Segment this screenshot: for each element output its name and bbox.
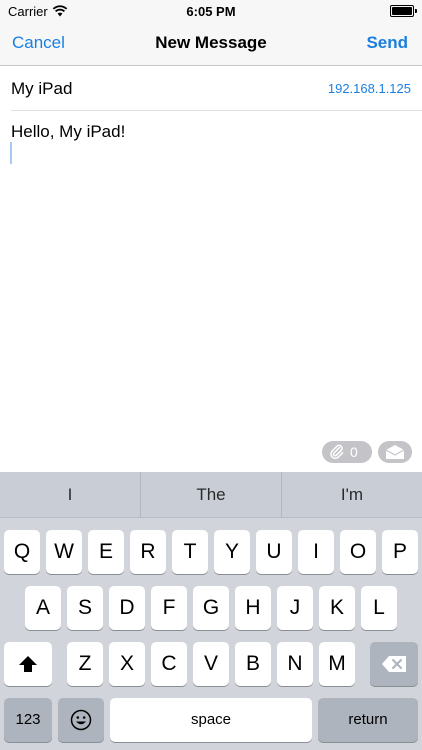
emoji-icon xyxy=(70,709,92,731)
send-button[interactable]: Send xyxy=(366,33,408,53)
key-l[interactable]: L xyxy=(361,586,397,630)
paperclip-icon xyxy=(330,444,344,460)
key-i[interactable]: I xyxy=(298,530,334,574)
key-w[interactable]: W xyxy=(46,530,82,574)
recipient-row[interactable]: My iPad 192.168.1.125 xyxy=(0,67,422,111)
key-a[interactable]: A xyxy=(25,586,61,630)
key-q[interactable]: Q xyxy=(4,530,40,574)
key-t[interactable]: T xyxy=(172,530,208,574)
nav-bar: Cancel New Message Send xyxy=(0,22,422,66)
keyboard: I The I'm Q W E R T Y U I O P A S D F G … xyxy=(0,472,422,750)
inbox-tray-button[interactable] xyxy=(378,441,412,463)
key-o[interactable]: O xyxy=(340,530,376,574)
page-title: New Message xyxy=(155,33,267,52)
battery-icon xyxy=(390,5,417,17)
backspace-key[interactable] xyxy=(370,642,418,686)
key-x[interactable]: X xyxy=(109,642,145,686)
shift-arrow-icon xyxy=(19,656,37,672)
key-j[interactable]: J xyxy=(277,586,313,630)
key-f[interactable]: F xyxy=(151,586,187,630)
message-text: Hello, My iPad! xyxy=(11,122,126,141)
key-c[interactable]: C xyxy=(151,642,187,686)
inbox-tray-icon xyxy=(385,445,405,459)
key-s[interactable]: S xyxy=(67,586,103,630)
numbers-key[interactable]: 123 xyxy=(4,698,52,742)
status-bar: Carrier 6:05 PM xyxy=(0,0,422,22)
suggestion-3[interactable]: I'm xyxy=(282,472,422,518)
text-cursor xyxy=(10,142,12,164)
key-m[interactable]: M xyxy=(319,642,355,686)
key-b[interactable]: B xyxy=(235,642,271,686)
suggestion-bar: I The I'm xyxy=(0,472,422,518)
key-h[interactable]: H xyxy=(235,586,271,630)
attachment-count: 0 xyxy=(350,444,358,460)
space-key[interactable]: space xyxy=(110,698,312,742)
message-body-input[interactable]: Hello, My iPad! xyxy=(0,111,422,471)
key-d[interactable]: D xyxy=(109,586,145,630)
key-n[interactable]: N xyxy=(277,642,313,686)
attachment-button[interactable]: 0 xyxy=(322,441,372,463)
status-time: 6:05 PM xyxy=(186,4,236,19)
key-k[interactable]: K xyxy=(319,586,355,630)
shift-key[interactable] xyxy=(4,642,52,686)
key-g[interactable]: G xyxy=(193,586,229,630)
suggestion-2[interactable]: The xyxy=(141,472,281,518)
suggestion-1[interactable]: I xyxy=(0,472,140,518)
return-key[interactable]: return xyxy=(318,698,418,742)
key-u[interactable]: U xyxy=(256,530,292,574)
key-v[interactable]: V xyxy=(193,642,229,686)
recipient-name: My iPad xyxy=(11,79,73,98)
backspace-icon xyxy=(382,656,406,672)
key-r[interactable]: R xyxy=(130,530,166,574)
emoji-key[interactable] xyxy=(58,698,104,742)
key-y[interactable]: Y xyxy=(214,530,250,574)
key-z[interactable]: Z xyxy=(67,642,103,686)
recipient-ip: 192.168.1.125 xyxy=(327,81,411,96)
key-p[interactable]: P xyxy=(382,530,418,574)
key-e[interactable]: E xyxy=(88,530,124,574)
